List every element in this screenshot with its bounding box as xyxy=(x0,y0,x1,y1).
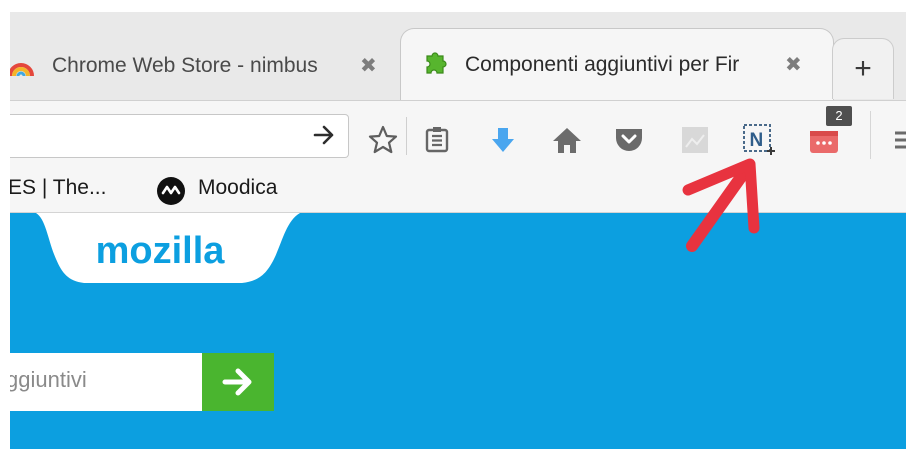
star-icon[interactable] xyxy=(366,123,400,157)
toolbar-divider xyxy=(870,111,871,159)
notification-badge: 2 xyxy=(826,106,852,126)
bookmark-item[interactable]: Moodica xyxy=(198,176,277,200)
menu-icon[interactable] xyxy=(886,123,906,157)
url-bar[interactable] xyxy=(10,114,349,158)
new-tab-button[interactable]: + xyxy=(832,38,894,99)
arrow-right-icon[interactable] xyxy=(312,121,336,149)
tab-title: Componenti aggiuntivi per Fir xyxy=(465,53,740,76)
navigation-toolbar: N 2 xyxy=(10,100,906,169)
bookmark-item[interactable]: ES | The... xyxy=(10,176,106,200)
home-icon[interactable] xyxy=(550,123,584,157)
addons-search-input[interactable]: ggiuntivi xyxy=(10,353,202,411)
close-icon[interactable]: ✖ xyxy=(360,53,377,78)
annotation-arrow xyxy=(682,158,760,252)
tab-strip: Chrome Web Store - nimbus ✖ Componenti a… xyxy=(10,12,906,102)
puzzle-piece-icon xyxy=(426,52,447,74)
mozilla-logo-tab: mozilla xyxy=(36,213,300,285)
search-button[interactable] xyxy=(202,353,274,411)
browser-window: Chrome Web Store - nimbus ✖ Componenti a… xyxy=(10,12,906,449)
download-icon[interactable] xyxy=(486,123,520,157)
extension-icon[interactable] xyxy=(808,123,842,157)
close-icon[interactable]: ✖ xyxy=(785,52,802,77)
reading-list-icon[interactable] xyxy=(420,123,454,157)
rainbow-favicon-icon xyxy=(10,63,34,77)
toolbar-divider xyxy=(406,117,407,155)
mozilla-logo[interactable]: mozilla xyxy=(96,230,226,272)
pocket-icon[interactable] xyxy=(612,123,646,157)
moodica-favicon-icon xyxy=(156,176,186,206)
tab-chrome-web-store[interactable]: Chrome Web Store - nimbus ✖ xyxy=(10,32,404,100)
page-content: mozilla ggiuntivi xyxy=(10,213,906,449)
tab-addons[interactable]: Componenti aggiuntivi per Fir ✖ xyxy=(400,28,834,102)
search-placeholder: ggiuntivi xyxy=(10,367,87,392)
bookmarks-toolbar: ES | The... Moodica xyxy=(10,168,906,213)
arrow-right-icon xyxy=(222,368,252,396)
tab-title: Chrome Web Store - nimbus xyxy=(52,54,318,77)
